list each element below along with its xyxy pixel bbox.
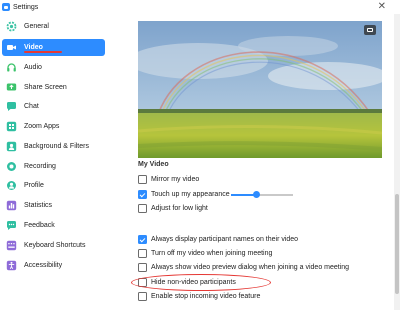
sidebar-item-video[interactable]: Video [2,39,105,56]
keyboard-icon [6,240,17,251]
sidebar-item-label: Video [24,44,43,51]
sidebar-item-label: Recording [24,163,56,170]
close-icon[interactable]: ✕ [378,1,386,12]
sidebar-item-profile[interactable]: Profile [2,177,105,194]
turn-off-video-checkbox[interactable] [138,249,147,258]
share-screen-icon [6,82,17,93]
chat-icon [6,101,17,112]
feedback-icon [6,220,17,231]
annotation-underline [24,51,62,53]
preview-dialog-label: Always show video preview dialog when jo… [151,264,350,271]
low-light-option[interactable]: Adjust for low light [138,203,208,214]
sidebar-item-audio[interactable]: Audio [2,59,105,76]
sidebar-item-label: Feedback [24,222,55,229]
camera-preview [138,21,382,158]
camera-icon [6,42,17,53]
low-light-checkbox[interactable] [138,204,147,213]
zoom-apps-icon [6,121,17,132]
sidebar-item-label: Audio [24,64,42,71]
sidebar-item-zoom-apps[interactable]: Zoom Apps [2,118,105,135]
sidebar-item-label: Chat [24,103,39,110]
sidebar-item-recording[interactable]: Recording [2,158,105,175]
sidebar-item-background-filters[interactable]: Background & Filters [2,138,105,155]
touch-up-slider[interactable] [231,191,293,198]
recording-icon [6,161,17,172]
mirror-video-label: Mirror my video [151,176,200,183]
mirror-video-checkbox[interactable] [138,175,147,184]
sidebar-item-label: Accessibility [24,262,63,269]
headphones-icon [6,62,17,73]
profile-icon [6,180,17,191]
display-names-checkbox[interactable] [138,235,147,244]
section-title-my-video: My Video [138,161,169,168]
sidebar-item-feedback[interactable]: Feedback [2,217,105,234]
stop-incoming-video-label: Enable stop incoming video feature [151,293,261,300]
sidebar-item-label: Share Screen [24,84,67,91]
sidebar-item-label: Keyboard Shortcuts [24,242,86,249]
statistics-icon [6,200,17,211]
sidebar-item-chat[interactable]: Chat [2,98,105,115]
scrollbar-thumb[interactable] [395,194,399,294]
title-bar: Settings ✕ [0,0,400,14]
accessibility-icon [6,260,17,271]
mirror-video-option[interactable]: Mirror my video [138,174,199,185]
sidebar-item-label: General [24,23,49,30]
sidebar-item-statistics[interactable]: Statistics [2,197,105,214]
preview-dialog-option[interactable]: Always show video preview dialog when jo… [138,262,349,273]
sidebar-item-keyboard-shortcuts[interactable]: Keyboard Shortcuts [2,237,105,254]
preview-dialog-checkbox[interactable] [138,263,147,272]
sidebar-item-label: Background & Filters [24,143,89,150]
background-icon [6,141,17,152]
touch-up-checkbox[interactable] [138,190,147,199]
annotation-circle [131,274,271,291]
touch-up-label: Touch up my appearance [151,191,230,198]
touch-up-slider-handle[interactable] [252,191,260,198]
display-names-option[interactable]: Always display participant names on thei… [138,234,298,245]
low-light-label: Adjust for low light [151,205,208,212]
sidebar-item-share-screen[interactable]: Share Screen [2,79,105,96]
settings-sidebar: General Video Audio Share Screen Chat Zo… [0,17,110,310]
turn-off-video-option[interactable]: Turn off my video when joining meeting [138,248,272,259]
sidebar-item-label: Profile [24,182,44,189]
stop-incoming-video-option[interactable]: Enable stop incoming video feature [138,291,260,302]
rotate-camera-icon[interactable] [364,25,376,35]
sidebar-item-accessibility[interactable]: Accessibility [2,257,105,274]
stop-incoming-video-checkbox[interactable] [138,292,147,301]
sidebar-item-label: Zoom Apps [24,123,60,130]
content-scrollbar[interactable] [394,14,400,310]
touch-up-option[interactable]: Touch up my appearance [138,189,230,200]
display-names-label: Always display participant names on thei… [151,236,299,243]
sidebar-item-label: Statistics [24,202,53,209]
zoom-app-icon [2,3,10,11]
window-title: Settings [13,3,39,11]
sidebar-item-general[interactable]: General [2,18,105,35]
gear-icon [6,21,17,32]
turn-off-video-label: Turn off my video when joining meeting [151,250,273,257]
